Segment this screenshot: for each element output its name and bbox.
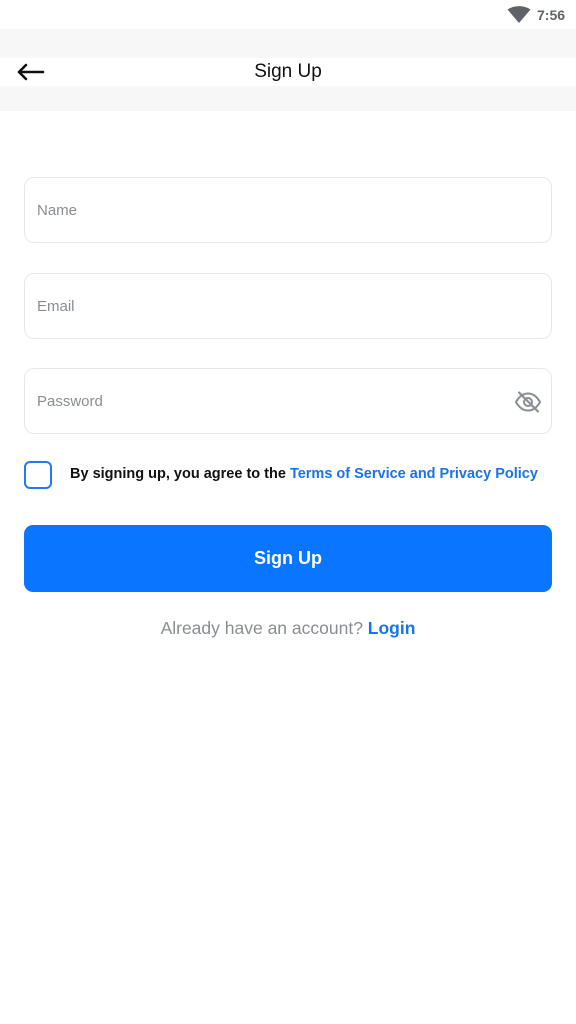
terms-agreement-row: By signing up, you agree to the Terms of…	[24, 461, 564, 489]
name-field[interactable]	[24, 177, 552, 243]
login-prompt-row: Already have an account? Login	[0, 618, 576, 640]
status-bar: 7:56	[0, 0, 576, 29]
password-visibility-toggle[interactable]	[513, 387, 543, 417]
app-header: Sign Up	[0, 58, 576, 86]
back-button[interactable]	[14, 58, 46, 86]
eye-off-icon	[514, 391, 542, 413]
name-input[interactable]	[37, 178, 539, 242]
login-prompt: Already have an account?	[160, 618, 368, 638]
terms-link[interactable]: Terms of Service and Privacy Policy	[290, 466, 538, 482]
terms-text: By signing up, you agree to the Terms of…	[70, 466, 538, 482]
page-title: Sign Up	[254, 61, 322, 82]
arrow-left-icon	[17, 63, 45, 81]
login-link[interactable]: Login	[368, 618, 416, 638]
terms-checkbox[interactable]	[24, 461, 52, 489]
password-field[interactable]	[24, 368, 552, 434]
sign-up-button[interactable]: Sign Up	[24, 525, 552, 592]
wifi-icon	[507, 6, 531, 23]
password-input[interactable]	[37, 369, 539, 433]
email-input[interactable]	[37, 274, 539, 338]
email-field[interactable]	[24, 273, 552, 339]
terms-prefix: By signing up, you agree to the	[70, 466, 290, 482]
status-time: 7:56	[537, 7, 566, 23]
